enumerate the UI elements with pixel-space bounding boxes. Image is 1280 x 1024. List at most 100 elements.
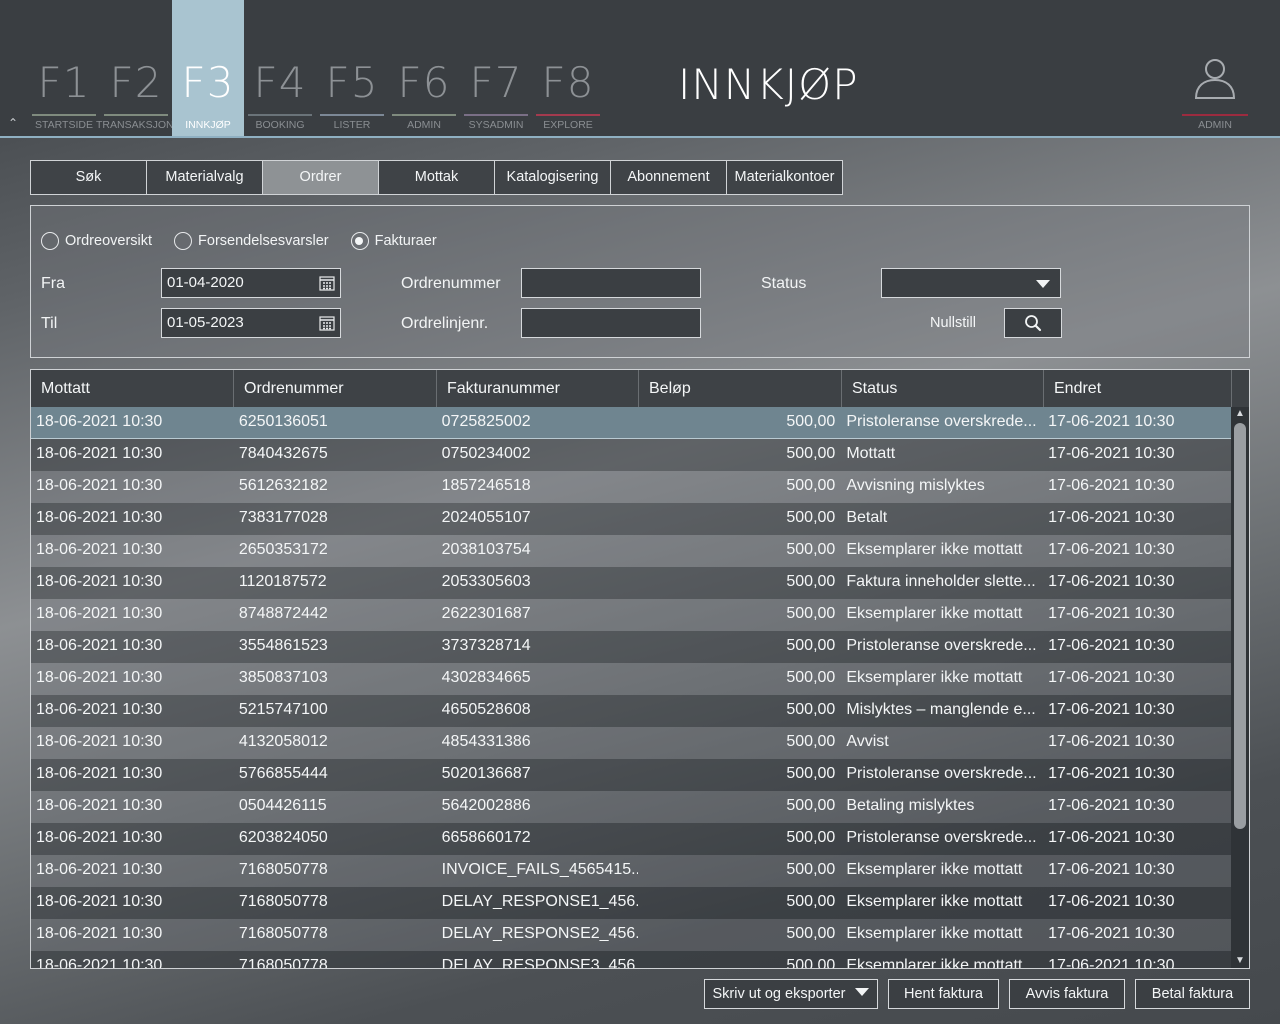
fkey-f8[interactable]: F8 EXPLORE	[532, 0, 604, 136]
table-row[interactable]: 18-06-2021 10:30 6203824050 6658660172 500,…	[31, 823, 1231, 855]
radio-button[interactable]	[350, 232, 369, 250]
table-row[interactable]: 18-06-2021 10:30 5215747100 4650528608 500,…	[31, 695, 1231, 727]
fkey-number: F5	[325, 58, 379, 107]
table-cell: 18-06-2021 10:30	[36, 797, 163, 814]
table-cell: 7168050778	[238, 925, 328, 942]
scroll-thumb[interactable]	[1234, 423, 1246, 829]
fkey-f6[interactable]: F6 ADMIN	[388, 0, 460, 136]
table-row[interactable]: 18-06-2021 10:30 3850837103 4302834665 500,…	[31, 663, 1231, 695]
table-cell: 17-06-2021 10:30	[1048, 861, 1175, 878]
table-cell: 17-06-2021 10:30	[1048, 509, 1175, 526]
chevron-down-icon	[1036, 280, 1050, 288]
table-cell: 4854331386	[441, 733, 531, 750]
scroll-up-icon[interactable]: ▲	[1231, 407, 1249, 421]
table-cell: 500,00	[786, 445, 836, 462]
table-scrollbar[interactable]: ▲ ▼	[1231, 407, 1249, 968]
table-cell: 500,00	[786, 477, 836, 494]
order-number-input[interactable]	[521, 268, 701, 298]
table-cell: 18-06-2021 10:30	[36, 957, 163, 968]
table-cell: 6658660172	[441, 829, 531, 846]
radio-button[interactable]	[174, 232, 193, 250]
reset-button[interactable]: Nullstill	[930, 315, 976, 331]
table-cell: Avvist	[846, 733, 889, 750]
table-cell: 0504426115	[238, 797, 327, 814]
table-cell: 18-06-2021 10:30	[36, 605, 163, 622]
table-row[interactable]: 18-06-2021 10:30 5612632182 1857246518 500,…	[31, 471, 1231, 503]
from-date-value: 01-04-2020	[167, 274, 244, 291]
table-row[interactable]: 18-06-2021 10:30 4132058012 4854331386 500,…	[31, 727, 1231, 759]
status-select[interactable]	[881, 268, 1061, 298]
table-cell: 18-06-2021 10:30	[36, 477, 163, 494]
table-row[interactable]: 18-06-2021 10:30 1120187572 2053305603 500,…	[31, 567, 1231, 599]
table-cell: 18-06-2021 10:30	[36, 701, 163, 718]
table-cell: 17-06-2021 10:30	[1048, 669, 1175, 686]
fkey-f7[interactable]: F7 SYSADMIN	[460, 0, 532, 136]
order-line-number-input[interactable]	[521, 308, 701, 338]
fkey-underline	[176, 114, 240, 116]
table-cell: 18-06-2021 10:30	[36, 509, 163, 526]
user-menu[interactable]: ADMIN	[1180, 56, 1250, 136]
table-cell: 5215747100	[238, 701, 328, 718]
table-row[interactable]: 18-06-2021 10:30 7840432675 0750234002 500,…	[31, 439, 1231, 471]
search-button[interactable]	[1004, 308, 1062, 338]
fetch-invoice-button[interactable]: Hent faktura	[888, 979, 999, 1009]
fkey-f3[interactable]: F3 INNKJØP	[172, 0, 244, 136]
table-row[interactable]: 18-06-2021 10:30 7383177028 2024055107 500,…	[31, 503, 1231, 535]
radio-button[interactable]	[41, 232, 59, 250]
to-date-input[interactable]: 01-05-2023	[161, 308, 341, 338]
column-header[interactable]: Endret	[1044, 370, 1232, 407]
fkey-underline	[464, 114, 528, 116]
fkey-f1[interactable]: F1 STARTSIDE	[28, 0, 100, 136]
table-row[interactable]: 18-06-2021 10:30 2650353172 2038103754 500,…	[31, 535, 1231, 567]
table-cell: 6250136051	[238, 413, 328, 430]
table-row[interactable]: 18-06-2021 10:30 0504426115 5642002886 500,…	[31, 791, 1231, 823]
column-header[interactable]: Ordrenummer	[234, 370, 437, 407]
table-cell: 7168050778	[238, 893, 328, 910]
table-cell: 2038103754	[441, 541, 531, 558]
chevron-up-icon[interactable]: ⌃	[8, 117, 22, 129]
pay-invoice-button[interactable]: Betal faktura	[1135, 979, 1250, 1009]
tab-ordrer[interactable]: Ordrer	[262, 160, 379, 195]
table-cell: 17-06-2021 10:30	[1048, 637, 1175, 654]
table-row[interactable]: 18-06-2021 10:30 5766855444 5020136687 500,…	[31, 759, 1231, 791]
table-row[interactable]: 18-06-2021 10:30 7168050778 INVOICE_FAILS_…	[31, 855, 1231, 887]
table-cell: 17-06-2021 10:30	[1048, 765, 1175, 782]
column-header[interactable]: Mottatt	[31, 370, 234, 407]
tab-materialvalg[interactable]: Materialvalg	[146, 160, 263, 195]
column-header[interactable]: Status	[842, 370, 1044, 407]
reject-invoice-button[interactable]: Avvis faktura	[1009, 979, 1125, 1009]
tab-materialkontoer[interactable]: Materialkontoer	[726, 160, 843, 195]
radio-label: Forsendelsesvarsler	[198, 233, 329, 249]
table-row[interactable]: 18-06-2021 10:30 3554861523 3737328714 500,…	[31, 631, 1231, 663]
radio-label: Ordreoversikt	[65, 233, 153, 249]
table-row[interactable]: 18-06-2021 10:30 7168050778 DELAY_RESPONSE…	[31, 919, 1231, 951]
tab-søk[interactable]: Søk	[30, 160, 147, 195]
fkey-label: LISTER	[333, 119, 371, 131]
table-cell: Eksemplarer ikke mottatt	[846, 957, 1023, 968]
table-cell: 18-06-2021 10:30	[36, 765, 163, 782]
column-header[interactable]: Fakturanummer	[437, 370, 639, 407]
column-header[interactable]: Beløp	[639, 370, 842, 407]
table-row[interactable]: 18-06-2021 10:30 6250136051 0725825002 500,…	[31, 407, 1231, 439]
tab-katalogisering[interactable]: Katalogisering	[494, 160, 611, 195]
table-cell: 17-06-2021 10:30	[1048, 541, 1175, 558]
table-row[interactable]: 18-06-2021 10:30 7168050778 DELAY_RESPONSE…	[31, 951, 1231, 968]
fkey-number: F6	[397, 58, 451, 107]
print-export-button[interactable]: Skriv ut og eksporter	[704, 979, 878, 1009]
radio-forsendelsesvarsler[interactable]: Forsendelsesvarsler	[174, 232, 329, 250]
tab-mottak[interactable]: Mottak	[378, 160, 495, 195]
fkey-f2[interactable]: F2 TRANSAKSJONER	[96, 0, 176, 136]
fkey-f5[interactable]: F5 LISTER	[316, 0, 388, 136]
tab-abonnement[interactable]: Abonnement	[610, 160, 727, 195]
table-cell: Mottatt	[846, 445, 896, 462]
radio-ordreoversikt[interactable]: Ordreoversikt	[41, 232, 152, 250]
fkey-f4[interactable]: F4 BOOKING	[244, 0, 316, 136]
scroll-down-icon[interactable]: ▼	[1231, 954, 1249, 968]
table-row[interactable]: 18-06-2021 10:30 8748872442 2622301687 500,…	[31, 599, 1231, 631]
from-date-input[interactable]: 01-04-2020	[161, 268, 341, 298]
fkey-label: STARTSIDE	[35, 119, 93, 131]
radio-fakturaer[interactable]: Fakturaer	[350, 232, 437, 250]
calendar-icon[interactable]	[319, 315, 335, 331]
table-row[interactable]: 18-06-2021 10:30 7168050778 DELAY_RESPONSE…	[31, 887, 1231, 919]
calendar-icon[interactable]	[319, 275, 335, 291]
